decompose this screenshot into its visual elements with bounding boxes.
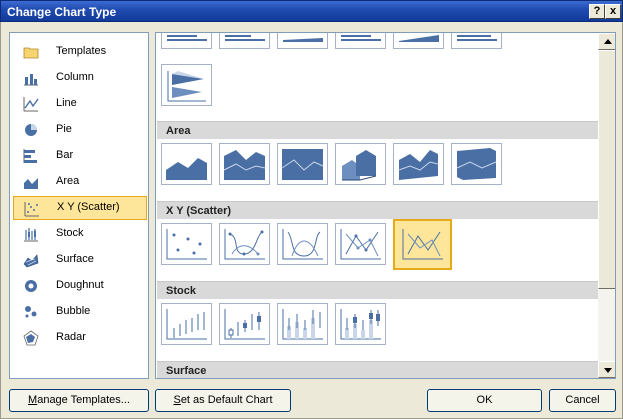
category-label: Bubble [56, 305, 91, 317]
ok-button[interactable]: OK [427, 389, 542, 412]
high-low-close-thumb[interactable] [161, 303, 212, 345]
button-label: et as Default Chart [180, 394, 273, 406]
category-label: Radar [56, 331, 86, 343]
radar-chart-icon [23, 330, 39, 346]
scatter-straight-markers-thumb[interactable] [335, 223, 386, 265]
category-bar[interactable]: Bar [13, 144, 147, 168]
button-label: anage Templates... [37, 394, 130, 406]
scatter-smooth-thumb[interactable] [277, 223, 328, 265]
title-bar: Change Chart Type ? x [0, 0, 623, 22]
category-bubble[interactable]: Bubble [13, 300, 147, 324]
open-high-low-close-thumb[interactable] [219, 303, 270, 345]
close-button[interactable]: x [605, 4, 621, 19]
window-title: Change Chart Type [7, 5, 117, 19]
category-radar[interactable]: Radar [13, 326, 147, 350]
bar-thumb[interactable] [451, 33, 502, 49]
folder-icon [23, 47, 39, 59]
line-chart-icon [23, 97, 39, 112]
bar-thumb[interactable] [335, 33, 386, 49]
category-templates[interactable]: Templates [13, 40, 147, 64]
3d-100-stacked-area-thumb[interactable] [451, 143, 502, 185]
3d-cone-bar-thumb[interactable] [161, 64, 212, 106]
scatter-markers-thumb[interactable] [161, 223, 212, 265]
category-label: Stock [56, 227, 84, 239]
section-header-area: Area [157, 121, 598, 139]
category-label: Area [56, 175, 80, 187]
accelerator-key: M [28, 394, 38, 406]
scrollbar-thumb[interactable] [598, 50, 615, 289]
stock-chart-icon [24, 228, 38, 242]
cancel-button[interactable]: Cancel [549, 389, 616, 412]
arrow-down-icon [604, 368, 612, 373]
3d-area-thumb[interactable] [335, 143, 386, 185]
arrow-up-icon [604, 39, 612, 44]
volume-high-low-close-thumb[interactable] [277, 303, 328, 345]
doughnut-chart-icon [25, 280, 37, 292]
bar-thumb[interactable] [219, 33, 270, 49]
scatter-chart-icon [24, 202, 39, 217]
scatter-smooth-markers-thumb[interactable] [219, 223, 270, 265]
category-label: Doughnut [56, 279, 104, 291]
set-as-default-chart-button[interactable]: Set as Default Chart [155, 389, 291, 412]
category-line[interactable]: Line [13, 92, 147, 116]
volume-open-high-low-close-thumb[interactable] [335, 303, 386, 345]
scroll-up-button[interactable] [598, 33, 615, 50]
accelerator-key: S [173, 394, 181, 406]
pie-chart-icon [25, 124, 37, 136]
bar-thumb[interactable] [277, 33, 328, 49]
category-doughnut[interactable]: Doughnut [13, 274, 147, 298]
help-button[interactable]: ? [589, 4, 605, 19]
section-header-stock: Stock [157, 281, 598, 299]
category-pie[interactable]: Pie [13, 118, 147, 142]
chart-subtype-gallery: Area X Y (Scatter) Stock Surface [155, 32, 616, 379]
category-label: Column [56, 71, 94, 83]
category-label: Templates [56, 45, 107, 57]
area-chart-icon [24, 178, 38, 189]
category-label: Surface [56, 253, 94, 265]
surface-chart-icon [23, 254, 39, 268]
category-label: Bar [56, 149, 74, 161]
category-column[interactable]: Column [13, 66, 147, 90]
100-stacked-area-thumb[interactable] [277, 143, 328, 185]
column-chart-icon [24, 74, 38, 86]
category-label: X Y (Scatter) [57, 201, 120, 213]
stacked-area-thumb[interactable] [219, 143, 270, 185]
area-thumb[interactable] [161, 143, 212, 185]
section-header-surface: Surface [157, 361, 598, 378]
bar-thumb[interactable] [393, 33, 444, 49]
category-label: Pie [56, 123, 72, 135]
bubble-chart-icon [25, 306, 37, 318]
section-header-xy-scatter: X Y (Scatter) [157, 201, 598, 219]
scroll-down-button[interactable] [598, 361, 615, 378]
scatter-straight-thumb[interactable] [393, 219, 452, 270]
manage-templates-button[interactable]: Manage Templates... [9, 389, 149, 412]
category-stock[interactable]: Stock [13, 222, 147, 246]
category-area[interactable]: Area [13, 170, 147, 194]
gallery-scrollbar[interactable] [598, 33, 615, 378]
category-surface[interactable]: Surface [13, 248, 147, 272]
bar-thumb[interactable] [161, 33, 212, 49]
chart-category-list: Templates Column Line Pie Bar Area X Y (… [9, 32, 149, 379]
3d-stacked-area-thumb[interactable] [393, 143, 444, 185]
bar-chart-icon [23, 149, 37, 163]
category-label: Line [56, 97, 77, 109]
category-xy-scatter[interactable]: X Y (Scatter) [13, 196, 147, 220]
